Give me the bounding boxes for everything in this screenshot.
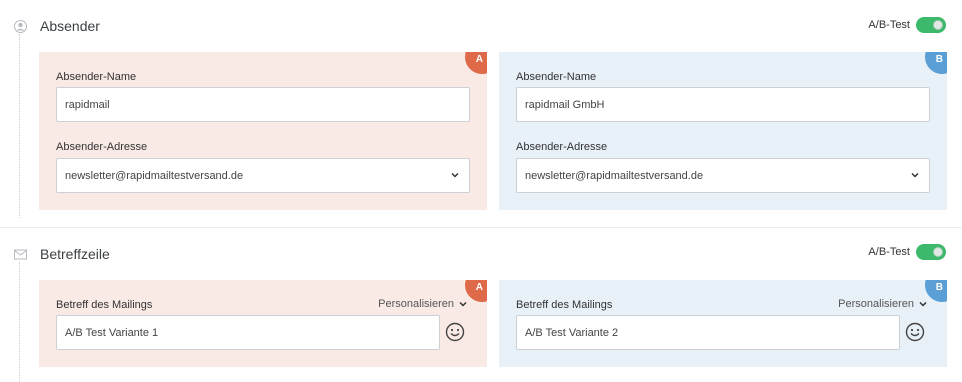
variant-letter: B	[935, 282, 943, 293]
ab-test-toggle-subject[interactable]: A/B-Test	[868, 244, 946, 260]
section-title-sender: Absender	[40, 18, 100, 34]
variant-letter: B	[935, 54, 943, 65]
subject-variant-a: A Betreff des Mailings Personalisieren A…	[39, 280, 487, 367]
section-title-subject: Betreffzeile	[40, 246, 110, 262]
chevron-down-icon	[919, 301, 927, 307]
sender-address-select[interactable]: newsletter@rapidmailtestversand.de	[56, 158, 470, 193]
sender-address-select[interactable]: newsletter@rapidmailtestversand.de	[516, 158, 930, 193]
variant-letter: A	[475, 282, 483, 293]
ab-test-label: A/B-Test	[868, 19, 910, 31]
subject-value: A/B Test Variante 1	[65, 326, 159, 339]
chevron-down-icon	[451, 172, 459, 178]
sender-address-label: Absender-Adresse	[516, 141, 608, 153]
user-circle-icon	[13, 19, 27, 33]
timeline-line	[19, 34, 20, 218]
subject-input[interactable]: A/B Test Variante 2	[516, 315, 900, 350]
subject-label: Betreff des Mailings	[56, 299, 153, 311]
personalize-dropdown[interactable]: Personalisieren	[838, 298, 927, 310]
personalize-dropdown[interactable]: Personalisieren	[378, 298, 467, 310]
smiley-icon[interactable]	[445, 322, 465, 342]
personalize-label: Personalisieren	[838, 298, 914, 310]
sender-address-label: Absender-Adresse	[56, 141, 148, 153]
smiley-icon[interactable]	[905, 322, 925, 342]
sender-variant-b: B Absender-Name rapidmail GmbH Absender-…	[499, 52, 947, 210]
sender-variant-a: A Absender-Name rapidmail Absender-Adres…	[39, 52, 487, 210]
toggle-switch[interactable]	[916, 244, 946, 260]
sender-name-value: rapidmail	[65, 98, 110, 111]
chevron-down-icon	[459, 301, 467, 307]
personalize-label: Personalisieren	[378, 298, 454, 310]
envelope-icon	[13, 247, 27, 261]
sender-address-value: newsletter@rapidmailtestversand.de	[525, 169, 704, 182]
sender-name-label: Absender-Name	[56, 71, 137, 83]
ab-test-label: A/B-Test	[868, 246, 910, 258]
subject-value: A/B Test Variante 2	[525, 326, 619, 339]
variant-letter: A	[475, 54, 483, 65]
sender-name-value: rapidmail GmbH	[525, 98, 605, 111]
sender-name-label: Absender-Name	[516, 71, 597, 83]
sender-name-input[interactable]: rapidmail	[56, 87, 470, 122]
ab-test-toggle-sender[interactable]: A/B-Test	[868, 17, 946, 33]
timeline-line	[19, 262, 20, 382]
subject-variant-b: B Betreff des Mailings Personalisieren A…	[499, 280, 947, 367]
sender-address-value: newsletter@rapidmailtestversand.de	[65, 169, 244, 182]
toggle-switch[interactable]	[916, 17, 946, 33]
chevron-down-icon	[911, 172, 919, 178]
subject-label: Betreff des Mailings	[516, 299, 613, 311]
subject-input[interactable]: A/B Test Variante 1	[56, 315, 440, 350]
section-divider	[0, 227, 962, 228]
sender-name-input[interactable]: rapidmail GmbH	[516, 87, 930, 122]
